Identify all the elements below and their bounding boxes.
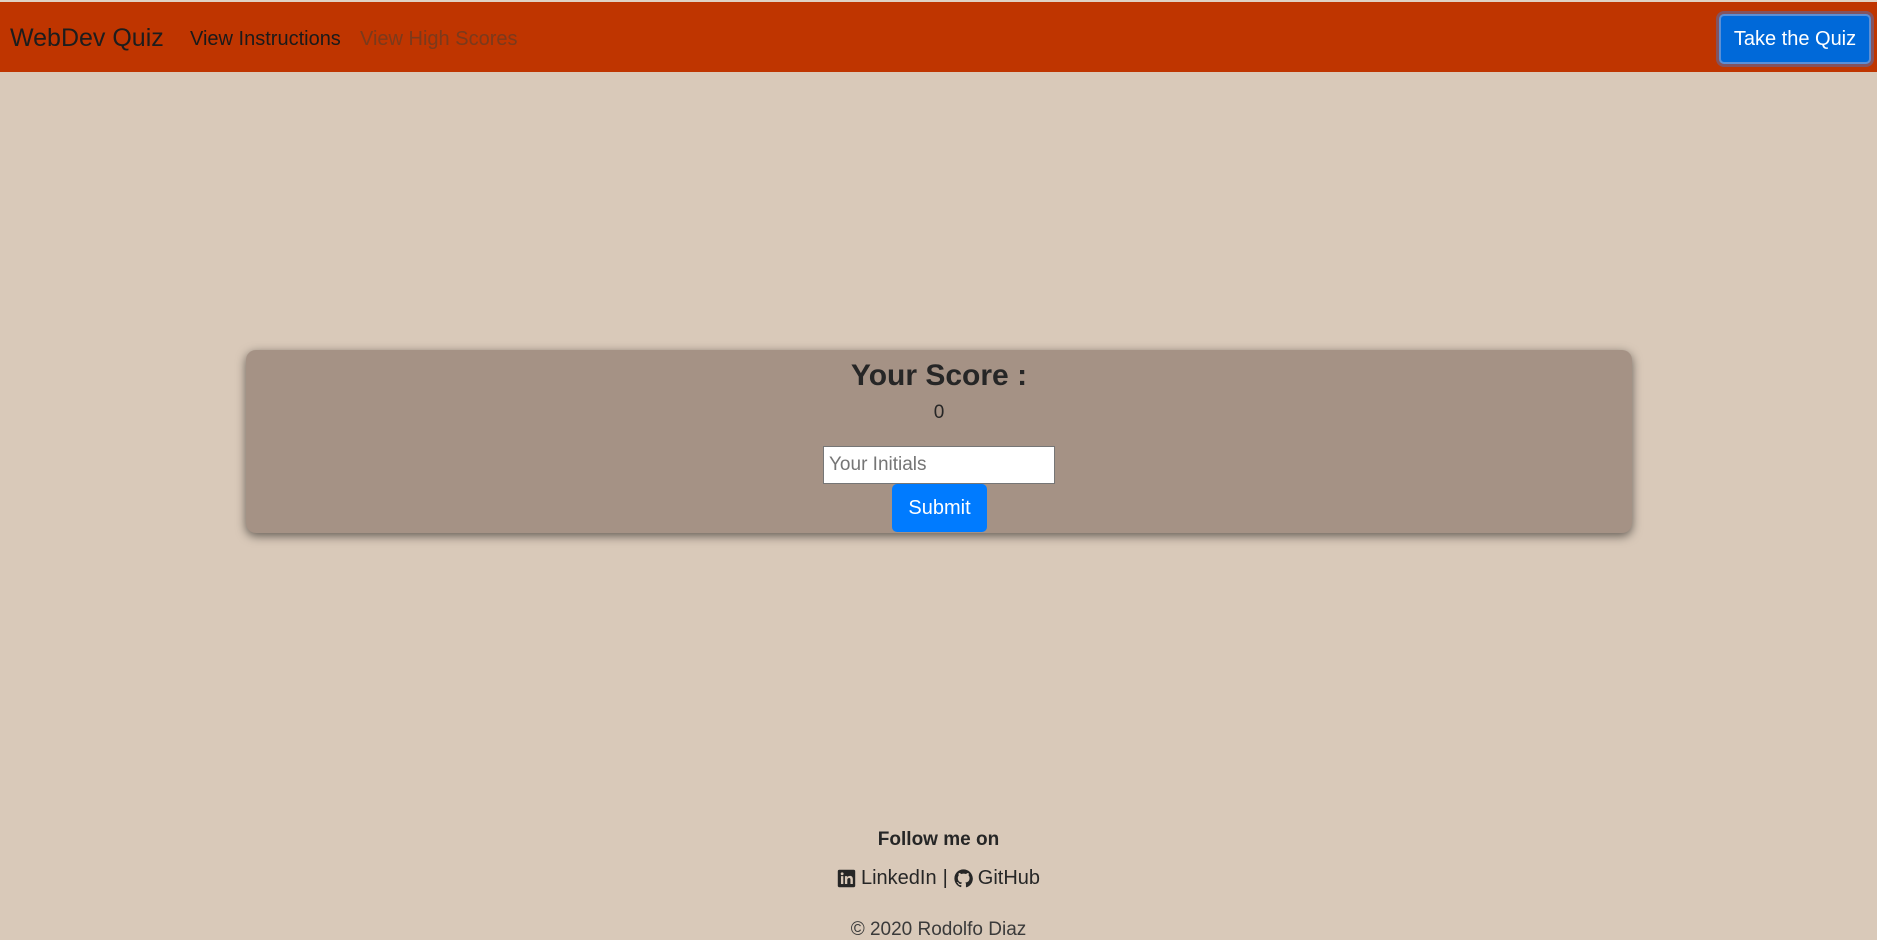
navbar: WebDev Quiz View Instructions View High …	[0, 2, 1877, 72]
submit-button[interactable]: Submit	[892, 484, 987, 532]
github-label: GitHub	[977, 867, 1041, 889]
nav-view-instructions[interactable]: View Instructions	[190, 26, 341, 52]
score-card: Your Score : 0 Submit	[246, 350, 1632, 533]
link-separator: |	[942, 867, 948, 889]
github-link[interactable]: GitHub	[954, 865, 1040, 891]
linkedin-icon	[837, 869, 856, 887]
brand-logo[interactable]: WebDev Quiz	[10, 22, 164, 54]
linkedin-link[interactable]: LinkedIn	[837, 865, 937, 891]
take-quiz-button[interactable]: Take the Quiz	[1719, 14, 1871, 64]
initials-input[interactable]	[823, 446, 1055, 484]
score-value: 0	[933, 402, 945, 423]
social-links: LinkedIn | GitHub	[0, 865, 1877, 891]
github-icon	[954, 868, 973, 887]
nav-view-high-scores[interactable]: View High Scores	[360, 26, 517, 52]
footer: Follow me on LinkedIn | GitHub	[0, 828, 1877, 891]
copyright-text: © 2020 Rodolfo Diaz	[850, 919, 1027, 940]
linkedin-label: LinkedIn	[860, 867, 937, 889]
follow-text: Follow me on	[877, 829, 1000, 850]
score-title: Your Score :	[850, 359, 1028, 392]
